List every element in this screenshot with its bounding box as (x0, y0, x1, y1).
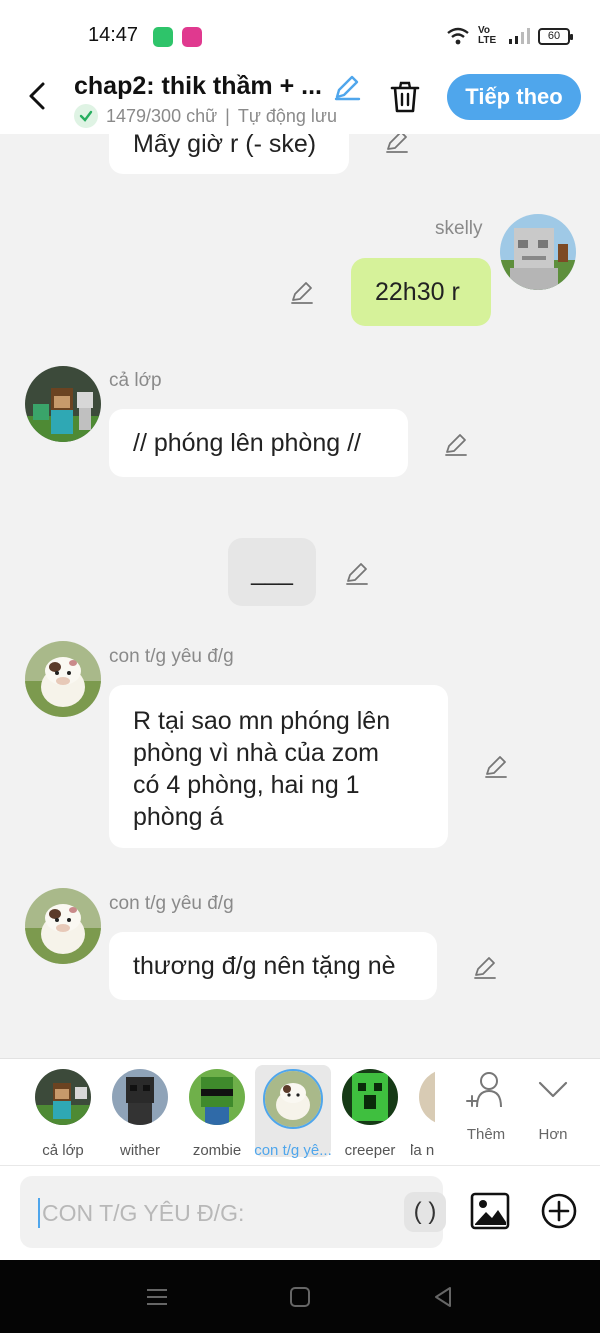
character-creeper[interactable]: creeper (334, 1065, 406, 1159)
system-nav-bar (0, 1260, 600, 1333)
edit-message-icon[interactable] (344, 560, 370, 586)
edit-message-icon[interactable] (289, 279, 315, 305)
input-placeholder: CON T/G YÊU Đ/G: (42, 1200, 245, 1226)
character-label: đa n (411, 1142, 435, 1157)
wifi-icon (447, 27, 469, 45)
character-da-n[interactable]: đa n (411, 1065, 435, 1157)
status-time: 14:47 (88, 24, 139, 46)
input-bar: CON T/G YÊU Đ/G: ( ) (0, 1166, 600, 1260)
character-avatar (342, 1069, 398, 1125)
character-label: creeper (344, 1142, 396, 1159)
battery-icon: 60 (538, 27, 573, 45)
chat-area: Mấy giờ r (- ske) skelly 22h30 r cả lớp … (0, 134, 600, 1058)
status-bar: 14:47 Vo LTE 60 (0, 0, 600, 72)
add-character-button[interactable]: Thêm (456, 1071, 516, 1143)
character-label: cả lớp (42, 1142, 84, 1159)
skelly-avatar-image (500, 214, 576, 290)
back-button[interactable] (22, 78, 52, 114)
avatar[interactable] (25, 888, 101, 964)
add-person-icon (466, 1072, 502, 1108)
more-characters-button[interactable]: Hơn (523, 1071, 583, 1143)
menu-icon[interactable] (144, 1284, 170, 1310)
image-icon[interactable] (470, 1192, 510, 1230)
character-avatar (35, 1069, 91, 1125)
trash-icon[interactable] (388, 80, 422, 114)
more-label: Hơn (538, 1126, 568, 1143)
home-icon[interactable] (287, 1284, 313, 1310)
message-bubble-self[interactable]: 22h30 r (351, 258, 491, 326)
speaker-name: con t/g yêu đ/g (109, 893, 234, 914)
back-nav-icon[interactable] (430, 1284, 456, 1310)
lazi-app-icon (182, 27, 202, 47)
character-label: con t/g yê... (254, 1142, 332, 1159)
edit-message-icon[interactable] (472, 954, 498, 980)
narration-button[interactable]: ( ) (404, 1192, 446, 1232)
status-indicators: Vo LTE 60 (446, 25, 573, 46)
character-zombie[interactable]: zombie (181, 1065, 253, 1159)
next-button[interactable]: Tiếp theo (447, 74, 581, 120)
character-label: zombie (192, 1142, 242, 1159)
message-line: phòng á (133, 803, 224, 831)
message-input[interactable]: CON T/G YÊU Đ/G: ( ) (20, 1176, 446, 1248)
character-avatar (112, 1069, 168, 1125)
character-label: wither (119, 1142, 160, 1159)
speaker-name: cả lớp (109, 370, 162, 391)
add-circle-icon[interactable] (540, 1192, 578, 1230)
editor-header: chap2: thik thầm + ... 1479/300 chữ | Tự… (0, 72, 600, 134)
character-bar: cả lớp wither zombie con t/g yê... creep… (0, 1058, 600, 1166)
cow-avatar-image (25, 641, 101, 717)
avatar[interactable] (500, 214, 576, 290)
autosave-label: Tự động lưu (237, 105, 337, 126)
message-line: R tại sao mn phóng lên (133, 707, 391, 735)
character-con-tg-yeu-dg[interactable]: con t/g yê... (254, 1065, 332, 1159)
cow-avatar-image (25, 888, 101, 964)
message-text: R tại sao mn phóng lên phòng vì nhà của … (133, 705, 390, 833)
character-avatar (189, 1069, 245, 1125)
chevron-down-icon (538, 1081, 568, 1098)
message-bubble[interactable]: R tại sao mn phóng lên phòng vì nhà của … (109, 685, 448, 848)
speaker-name: con t/g yêu đ/g (109, 646, 234, 667)
add-label: Thêm (466, 1126, 506, 1143)
save-status: 1479/300 chữ | Tự động lưu (74, 104, 337, 128)
divider: | (225, 105, 230, 126)
character-avatar (419, 1069, 435, 1125)
message-bubble[interactable]: thương đ/g nên tặng nè (109, 932, 437, 1000)
chapter-title[interactable]: chap2: thik thầm + ... (74, 72, 324, 101)
speaker-name: skelly (435, 218, 483, 239)
word-count: 1479/300 chữ (106, 105, 218, 126)
edit-message-icon[interactable] (483, 753, 509, 779)
message-bubble[interactable]: Mấy giờ r (- ske) (109, 134, 349, 174)
message-line: phòng vì nhà của zom (133, 739, 379, 767)
message-bubble[interactable]: // phóng lên phòng // (109, 409, 408, 477)
edit-title-icon[interactable] (332, 72, 362, 102)
message-line: có 4 phòng, hai ng 1 (133, 771, 360, 799)
avatar[interactable] (25, 366, 101, 442)
character-avatar (263, 1069, 323, 1129)
edit-message-icon[interactable] (443, 431, 469, 457)
character-wither[interactable]: wither (104, 1065, 176, 1159)
edit-message-icon[interactable] (384, 134, 410, 154)
character-ca-lop[interactable]: cả lớp (27, 1065, 99, 1159)
network-label: Vo LTE (478, 25, 497, 46)
signal-icon (509, 28, 530, 44)
check-icon (74, 104, 98, 128)
messages-app-icon (153, 27, 173, 47)
avatar[interactable] (25, 641, 101, 717)
narration-bubble[interactable]: ___ (228, 538, 316, 606)
text-caret (38, 1198, 40, 1228)
ca-lop-avatar-image (25, 366, 101, 442)
